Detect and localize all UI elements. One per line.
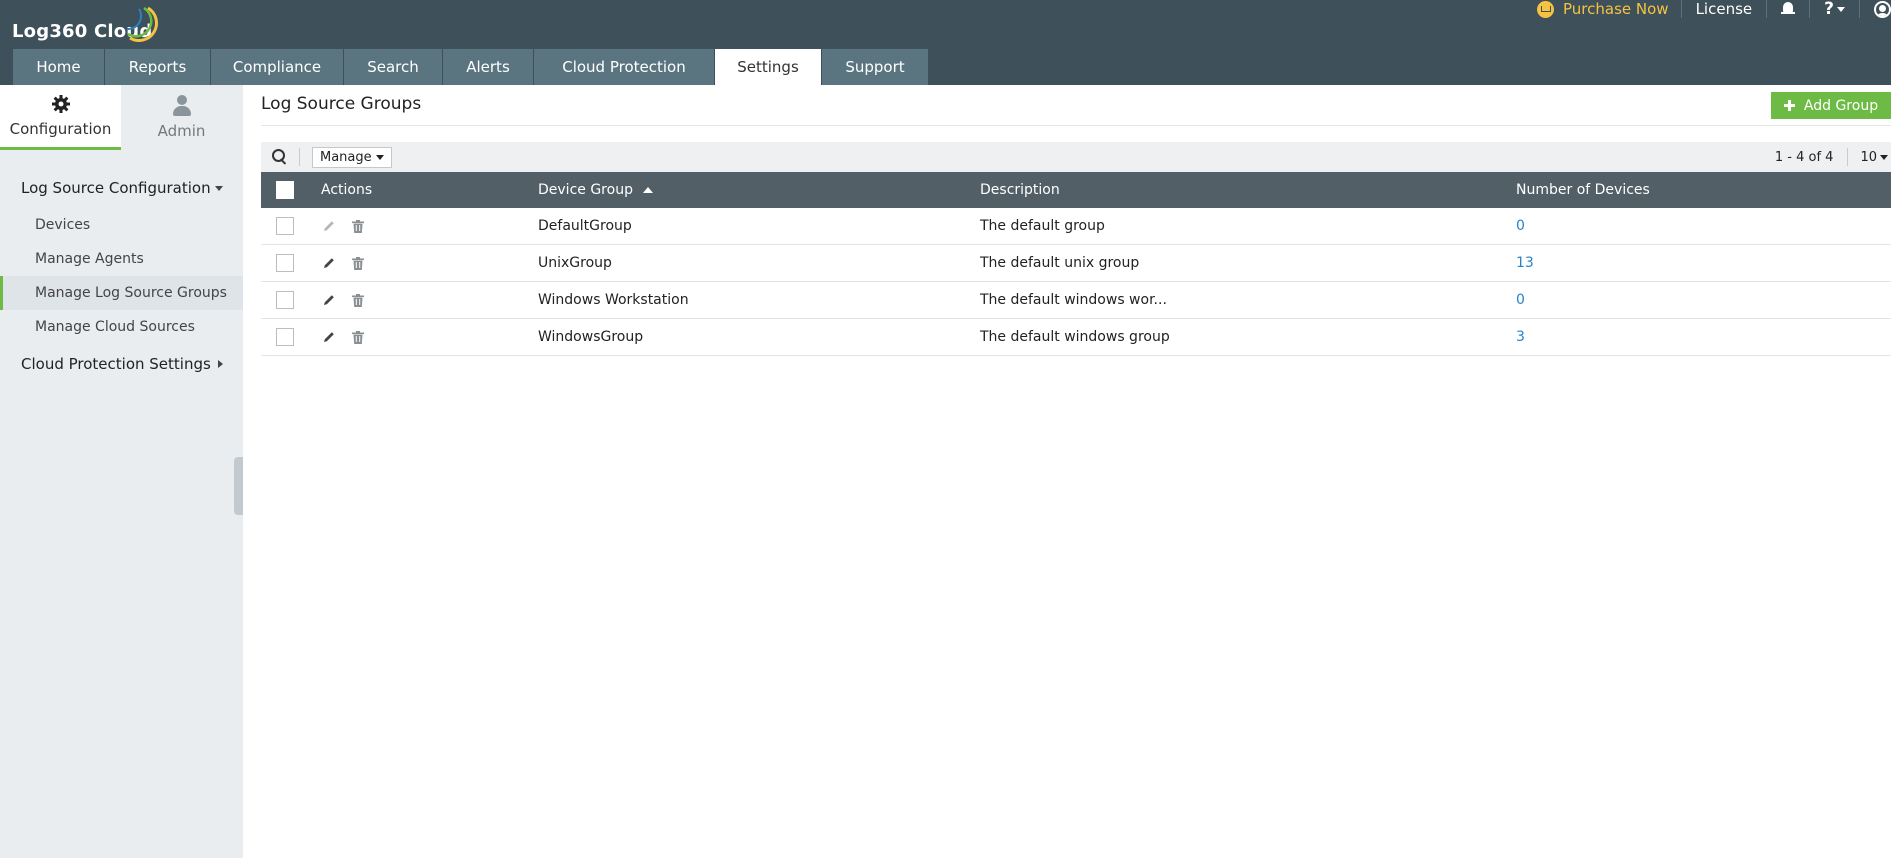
user-avatar-icon (1874, 0, 1891, 18)
tab-alerts[interactable]: Alerts (443, 49, 534, 85)
page-size-value: 10 (1860, 149, 1877, 165)
tab-reports[interactable]: Reports (105, 49, 211, 85)
row-checkbox[interactable] (276, 217, 294, 235)
toolbar-divider (299, 148, 300, 166)
cart-icon (1537, 0, 1554, 18)
sidebar-item-manage-cloud-sources[interactable]: Manage Cloud Sources (0, 310, 243, 344)
manage-label: Manage (320, 149, 372, 165)
bell-icon (1781, 2, 1796, 16)
table-toolbar: Manage 1 - 4 of 4 10 (261, 142, 1891, 172)
sidebar-item-manage-log-source-groups[interactable]: Manage Log Source Groups (0, 276, 243, 310)
device-count-link[interactable]: 0 (1516, 218, 1525, 234)
tab-support[interactable]: Support (822, 49, 929, 85)
sidebar: Configuration Admin Log Source Configura… (0, 85, 243, 858)
delete-icon[interactable] (350, 255, 366, 271)
gear-icon (51, 94, 71, 114)
column-header-device-group[interactable]: Device Group (538, 182, 980, 198)
tab-compliance[interactable]: Compliance (211, 49, 344, 85)
tab-home[interactable]: Home (13, 49, 105, 85)
device-count-link[interactable]: 13 (1516, 255, 1534, 271)
device-group-name: WindowsGroup (538, 329, 644, 345)
pagination-range: 1 - 4 of 4 (1775, 148, 1849, 166)
device-group-description: The default windows wor... (980, 292, 1167, 308)
device-group-description: The default windows group (980, 329, 1170, 345)
chevron-down-icon (1837, 6, 1845, 12)
purchase-now-link[interactable]: Purchase Now (1537, 0, 1682, 18)
chevron-down-icon (1880, 154, 1888, 160)
sidebar-item-manage-agents[interactable]: Manage Agents (0, 242, 243, 276)
tab-search[interactable]: Search (344, 49, 443, 85)
edit-icon[interactable] (321, 329, 337, 345)
sort-ascending-icon (642, 187, 653, 193)
column-header-actions: Actions (321, 182, 373, 198)
delete-icon[interactable] (350, 218, 366, 234)
sidebar-section-label: Log Source Configuration (21, 179, 211, 197)
sidebar-tabs: Configuration Admin (0, 85, 243, 150)
sidebar-tab-admin-label: Admin (157, 121, 206, 140)
row-checkbox[interactable] (276, 328, 294, 346)
device-group-description: The default group (980, 218, 1105, 234)
pagination: 1 - 4 of 4 10 (1775, 142, 1891, 172)
row-checkbox[interactable] (276, 254, 294, 272)
sidebar-tab-configuration-label: Configuration (9, 120, 112, 138)
main-content: Log Source Groups Add Group Manage 1 - 4… (243, 85, 1891, 858)
edit-icon[interactable] (321, 255, 337, 271)
caret-down-icon (215, 185, 223, 191)
admin-user-icon (172, 94, 192, 116)
device-group-name: Windows Workstation (538, 292, 689, 308)
app-header: Log360 Cloud Purchase Now License ? Home… (0, 0, 1891, 85)
delete-icon[interactable] (350, 292, 366, 308)
table-row: UnixGroup The default unix group 13 (261, 245, 1891, 282)
chevron-down-icon (375, 154, 384, 160)
search-icon[interactable] (271, 147, 291, 167)
row-checkbox[interactable] (276, 291, 294, 309)
add-group-label: Add Group (1803, 97, 1879, 114)
edit-icon[interactable] (321, 292, 337, 308)
select-all-checkbox[interactable] (276, 181, 294, 199)
column-header-description: Description (980, 182, 1060, 198)
device-group-name: UnixGroup (538, 255, 612, 271)
tab-settings[interactable]: Settings (715, 49, 822, 85)
sidebar-tab-configuration[interactable]: Configuration (0, 85, 121, 150)
notifications-button[interactable] (1767, 0, 1811, 18)
column-header-number-of-devices: Number of Devices (1516, 182, 1650, 198)
sidebar-item-devices[interactable]: Devices (0, 208, 243, 242)
sidebar-collapse-handle[interactable] (234, 457, 243, 515)
header-utilities: Purchase Now License ? (1537, 0, 1891, 19)
column-header-device-group-label: Device Group (538, 182, 633, 198)
table-row: Windows Workstation The default windows … (261, 282, 1891, 319)
help-icon: ? (1824, 0, 1834, 19)
app-logo[interactable]: Log360 Cloud (12, 6, 158, 48)
sidebar-section-log-source-configuration[interactable]: Log Source Configuration (0, 168, 243, 208)
license-link[interactable]: License (1682, 0, 1768, 18)
title-divider (261, 125, 1891, 126)
plus-icon (1783, 100, 1795, 111)
purchase-now-label: Purchase Now (1563, 0, 1669, 18)
table-header: Actions Device Group Description Number … (261, 172, 1891, 208)
sidebar-tab-admin[interactable]: Admin (121, 85, 242, 150)
device-group-description: The default unix group (980, 255, 1140, 271)
device-count-link[interactable]: 3 (1516, 329, 1525, 345)
help-menu-button[interactable]: ? (1810, 0, 1860, 19)
page-size-select[interactable]: 10 (1848, 150, 1891, 165)
sidebar-section-label: Cloud Protection Settings (21, 355, 211, 373)
device-group-name: DefaultGroup (538, 218, 632, 234)
delete-icon[interactable] (350, 329, 366, 345)
user-profile-button[interactable] (1860, 0, 1891, 18)
sidebar-section-cloud-protection-settings[interactable]: Cloud Protection Settings (0, 344, 243, 384)
device-count-link[interactable]: 0 (1516, 292, 1525, 308)
add-group-button[interactable]: Add Group (1771, 92, 1891, 119)
table-row: WindowsGroup The default windows group 3 (261, 319, 1891, 356)
manage-dropdown[interactable]: Manage (312, 146, 392, 168)
log-source-groups-table: Actions Device Group Description Number … (261, 172, 1891, 356)
table-row: DefaultGroup The default group 0 (261, 208, 1891, 245)
tab-cloud-protection[interactable]: Cloud Protection (534, 49, 715, 85)
main-nav: Home Reports Compliance Search Alerts Cl… (13, 49, 929, 85)
page-title: Log Source Groups (261, 94, 422, 114)
caret-right-icon (218, 360, 223, 368)
edit-icon (321, 218, 337, 234)
logo-swoosh-icon (126, 6, 158, 42)
